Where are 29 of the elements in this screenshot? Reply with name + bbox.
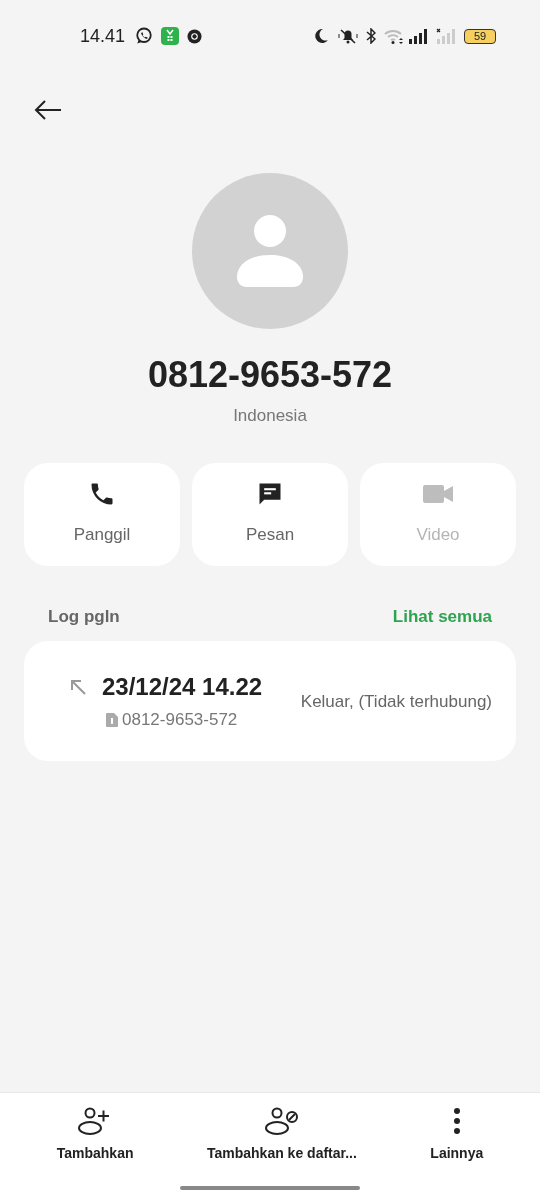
- more-button[interactable]: Lainnya: [430, 1107, 484, 1164]
- contact-number: 0812-9653-572: [146, 353, 394, 397]
- block-button[interactable]: Tambahkan ke daftar...: [206, 1107, 357, 1164]
- muted-bell-icon: [337, 28, 359, 44]
- more-icon: [452, 1107, 461, 1135]
- call-datetime: 23/12/24 14.22: [102, 672, 263, 703]
- signal-icon: [408, 28, 430, 44]
- sim-icon: [106, 713, 118, 727]
- block-person-icon: [264, 1107, 299, 1135]
- section-title: Log pgln: [48, 605, 120, 628]
- wifi-icon: [384, 28, 404, 44]
- person-icon: [237, 215, 303, 287]
- chat-icon: [135, 27, 154, 45]
- add-button[interactable]: Tambahkan: [56, 1107, 134, 1164]
- call-status: Keluar, (Tidak terhubung): [300, 691, 492, 714]
- status-time: 14.41: [80, 24, 126, 48]
- battery-indicator: 59: [464, 28, 496, 44]
- message-button[interactable]: Pesan: [192, 462, 348, 566]
- moon-icon: [313, 28, 329, 44]
- browser-icon: [187, 28, 203, 44]
- outgoing-arrow-icon: [70, 679, 86, 696]
- call-log-entry[interactable]: 23/12/24 14.22 0812-9653-572 Keluar, (Tidak terhubung): [24, 641, 516, 761]
- contact-location: Indonesia: [232, 405, 308, 427]
- app-icon: [161, 27, 180, 45]
- bluetooth-icon: [366, 28, 376, 44]
- no-signal-icon: [436, 28, 458, 44]
- call-number: 0812-9653-572: [122, 709, 238, 732]
- call-button[interactable]: Panggil: [24, 462, 180, 566]
- back-arrow-icon: [34, 100, 62, 120]
